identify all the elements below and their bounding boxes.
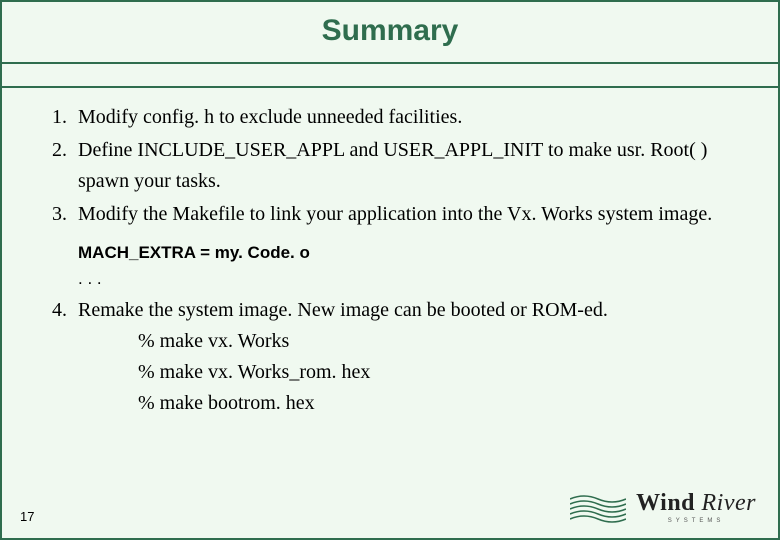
logo-text-block: Wind River SYSTEMS	[636, 491, 756, 524]
list-text: Remake the system image. New image can b…	[78, 299, 608, 321]
list-item: Modify config. h to exclude unneeded fac…	[72, 102, 748, 133]
code-line: MACH_EXTRA = my. Code. o	[78, 240, 748, 266]
slide-title: Summary	[2, 14, 778, 48]
summary-list: Modify config. h to exclude unneeded fac…	[32, 102, 748, 419]
command-line: % make vx. Works	[138, 326, 748, 357]
brand-logo: Wind River SYSTEMS	[570, 491, 756, 524]
logo-subtext: SYSTEMS	[636, 518, 756, 524]
title-bar: Summary	[2, 2, 778, 64]
page-number: 17	[20, 509, 34, 524]
list-item: Remake the system image. New image can b…	[72, 295, 748, 419]
command-line: % make vx. Works_rom. hex	[138, 357, 748, 388]
title-divider	[2, 64, 778, 88]
slide: Summary Modify config. h to exclude unne…	[0, 0, 780, 540]
list-item: Modify the Makefile to link your applica…	[72, 199, 748, 293]
list-text: Modify config. h to exclude unneeded fac…	[78, 106, 462, 128]
ellipsis: . . .	[78, 266, 748, 292]
content-area: Modify config. h to exclude unneeded fac…	[2, 88, 778, 419]
list-text: Modify the Makefile to link your applica…	[78, 203, 712, 225]
list-text: Define INCLUDE_USER_APPL and USER_APPL_I…	[78, 139, 707, 192]
logo-text: Wind River	[636, 491, 756, 515]
command-line: % make bootrom. hex	[138, 388, 748, 419]
wave-icon	[570, 493, 626, 523]
list-item: Define INCLUDE_USER_APPL and USER_APPL_I…	[72, 135, 748, 197]
